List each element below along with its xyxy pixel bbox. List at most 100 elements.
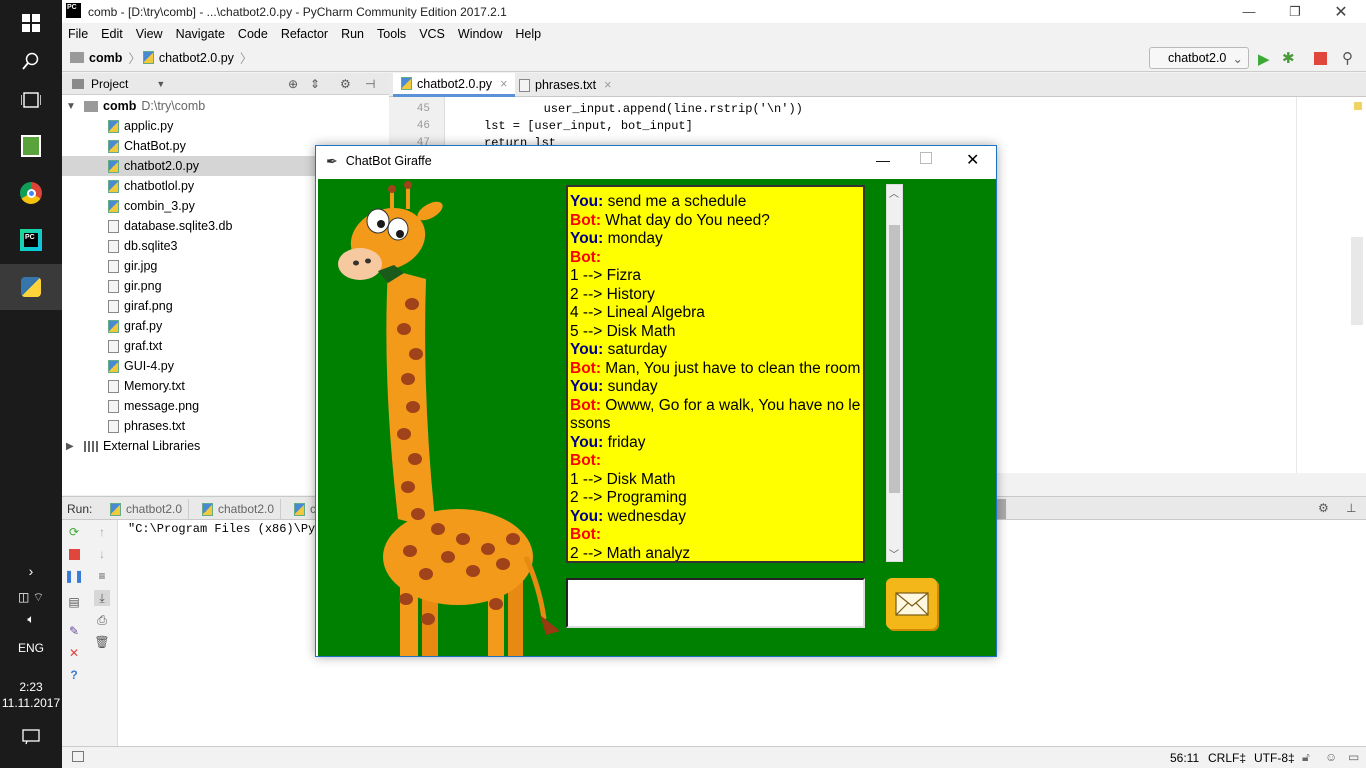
menu-code[interactable]: Code [238, 27, 268, 41]
chatbot-body: You: send me a schedule Bot: What day do… [318, 179, 996, 656]
collapsed-arrow-icon[interactable]: ▶ [66, 441, 84, 452]
chrome-app-icon[interactable] [0, 170, 62, 216]
run-icon[interactable]: ▶ [1258, 50, 1270, 68]
close-button[interactable]: ✕ [1318, 0, 1364, 23]
menu-bar: File Edit View Navigate Code Refactor Ru… [62, 23, 1366, 44]
chat-message: 1 --> Disk Math [570, 470, 676, 488]
volume-icon[interactable]: 🔈︎ [0, 612, 62, 627]
python-app-icon[interactable] [0, 264, 62, 310]
code-line[interactable]: user_input.append(line.rstrip('\n')) [486, 102, 803, 116]
tree-root[interactable]: ▼ comb D:\try\comb [62, 96, 389, 116]
menu-file[interactable]: File [68, 27, 88, 41]
project-view-selector[interactable]: Project [91, 77, 128, 91]
editor-scrollbar[interactable] [1351, 237, 1363, 325]
stop-icon[interactable] [1314, 52, 1327, 65]
menu-vcs[interactable]: VCS [419, 27, 445, 41]
chat-message: Bot: [570, 452, 601, 469]
text-file-icon [108, 339, 119, 353]
lock-icon[interactable]: 🔓︎ [1302, 750, 1310, 765]
expanded-arrow-icon[interactable]: ▼ [66, 101, 84, 112]
show-hidden-icons[interactable]: › [0, 563, 62, 579]
pycharm-app-icon[interactable]: PC [0, 217, 62, 263]
hide-panel-icon[interactable]: ⊥ [1346, 501, 1356, 515]
gear-icon[interactable]: ⚙ [340, 77, 351, 91]
run-tab[interactable]: chatbot2.0 [196, 499, 282, 519]
pause-icon[interactable]: ❚❚ [64, 568, 84, 584]
menu-help[interactable]: Help [515, 27, 541, 41]
menu-window[interactable]: Window [458, 27, 502, 41]
notepad-app-icon[interactable] [0, 123, 62, 169]
scroll-to-end-icon[interactable]: ⤓ [94, 590, 110, 606]
clock-time[interactable]: 2:23 [0, 680, 62, 694]
breadcrumb-project[interactable]: comb 〉 [70, 48, 141, 67]
code-line[interactable]: lst = [user_input, bot_input] [484, 119, 693, 133]
hide-panel-icon[interactable]: ⊣ [365, 77, 375, 91]
close-tab-icon[interactable]: × [500, 77, 507, 91]
caret-position[interactable]: 56:11 [1170, 751, 1199, 765]
chevron-down-icon[interactable]: ▼ [156, 79, 165, 89]
chat-message: 2 --> Programing [570, 489, 687, 506]
python-file-icon [202, 502, 213, 516]
menu-view[interactable]: View [136, 27, 163, 41]
trash-icon[interactable]: 🗑︎ [94, 634, 110, 650]
scroll-down-icon[interactable]: ﹀ [889, 546, 899, 561]
line-separator[interactable]: CRLF‡ [1208, 751, 1246, 765]
help-icon[interactable]: ? [66, 667, 82, 683]
message-input[interactable] [566, 578, 865, 628]
chat-scrollbar[interactable]: ︿ ﹀ [886, 184, 903, 562]
event-log-icon[interactable]: ▭ [1348, 750, 1359, 764]
inspector-icon[interactable]: ☺ [1325, 750, 1337, 764]
menu-tools[interactable]: Tools [377, 27, 406, 41]
close-tab-icon[interactable]: × [604, 78, 611, 92]
locate-icon[interactable]: ⊕ [288, 77, 298, 91]
debug-icon[interactable]: ✱ [1282, 49, 1295, 67]
run-configuration-select[interactable]: chatbot2.0 ⌄ [1149, 47, 1249, 69]
scrollbar-thumb[interactable] [889, 225, 900, 493]
stop-icon[interactable] [66, 546, 82, 562]
network-icon[interactable]: ◫ ⌔ [0, 590, 62, 605]
file-encoding[interactable]: UTF-8‡ [1254, 751, 1295, 765]
scroll-up-icon[interactable]: ︿ [889, 185, 899, 200]
action-center-icon[interactable] [0, 729, 62, 748]
menu-run[interactable]: Run [341, 27, 364, 41]
collapse-icon[interactable]: ⇕ [310, 77, 320, 91]
tab-phrases[interactable]: phrases.txt × [511, 73, 619, 97]
print-icon[interactable]: ⎙ [94, 612, 110, 628]
run-tab[interactable]: chatbot2.0 [104, 499, 190, 519]
minimize-button[interactable]: — [1226, 0, 1272, 23]
chat-message: 5 --> Disk Math [570, 322, 676, 340]
language-indicator[interactable]: ENG [0, 641, 62, 655]
folder-icon [70, 52, 84, 63]
clock-date[interactable]: 11.11.2017 [0, 696, 62, 710]
tree-file[interactable]: applic.py [62, 116, 389, 136]
tool-windows-icon[interactable] [72, 751, 84, 762]
close-icon[interactable]: ✕ [66, 645, 82, 661]
chat-message: 2 --> History [570, 285, 655, 303]
search-everywhere-icon[interactable]: ⚲ [1342, 49, 1353, 67]
rerun-icon[interactable]: ⟳ [66, 524, 82, 540]
maximize-button[interactable] [920, 152, 932, 164]
chat-message: Bot: What day do You need? [570, 211, 770, 229]
python-file-icon [108, 179, 119, 193]
tab-chatbot2[interactable]: chatbot2.0.py × [393, 73, 516, 97]
soft-wrap-icon[interactable]: ≡ [94, 568, 110, 584]
send-button[interactable] [886, 578, 937, 629]
task-view-icon[interactable] [0, 77, 62, 123]
down-arrow-icon[interactable]: ↓ [94, 546, 110, 562]
restore-button[interactable]: ❐ [1272, 0, 1318, 23]
menu-edit[interactable]: Edit [101, 27, 123, 41]
chat-message: Bot: Owww, Go for a walk, You have no le… [570, 396, 861, 433]
gear-icon[interactable]: ⚙ [1318, 501, 1329, 515]
breadcrumb-file[interactable]: chatbot2.0.py 〉 [142, 48, 252, 67]
menu-navigate[interactable]: Navigate [176, 27, 225, 41]
pin-icon[interactable]: ✎ [66, 623, 82, 639]
python-file-icon [108, 119, 119, 133]
minimize-button[interactable]: — [876, 152, 890, 168]
menu-refactor[interactable]: Refactor [281, 27, 328, 41]
up-arrow-icon[interactable]: ↑ [94, 524, 110, 540]
file-icon [108, 239, 119, 253]
close-button[interactable]: ✕ [966, 150, 979, 170]
chat-message: You: wednesday [570, 507, 687, 525]
layout-icon[interactable]: ▤ [66, 594, 82, 610]
chat-log[interactable]: You: send me a schedule Bot: What day do… [566, 185, 865, 563]
